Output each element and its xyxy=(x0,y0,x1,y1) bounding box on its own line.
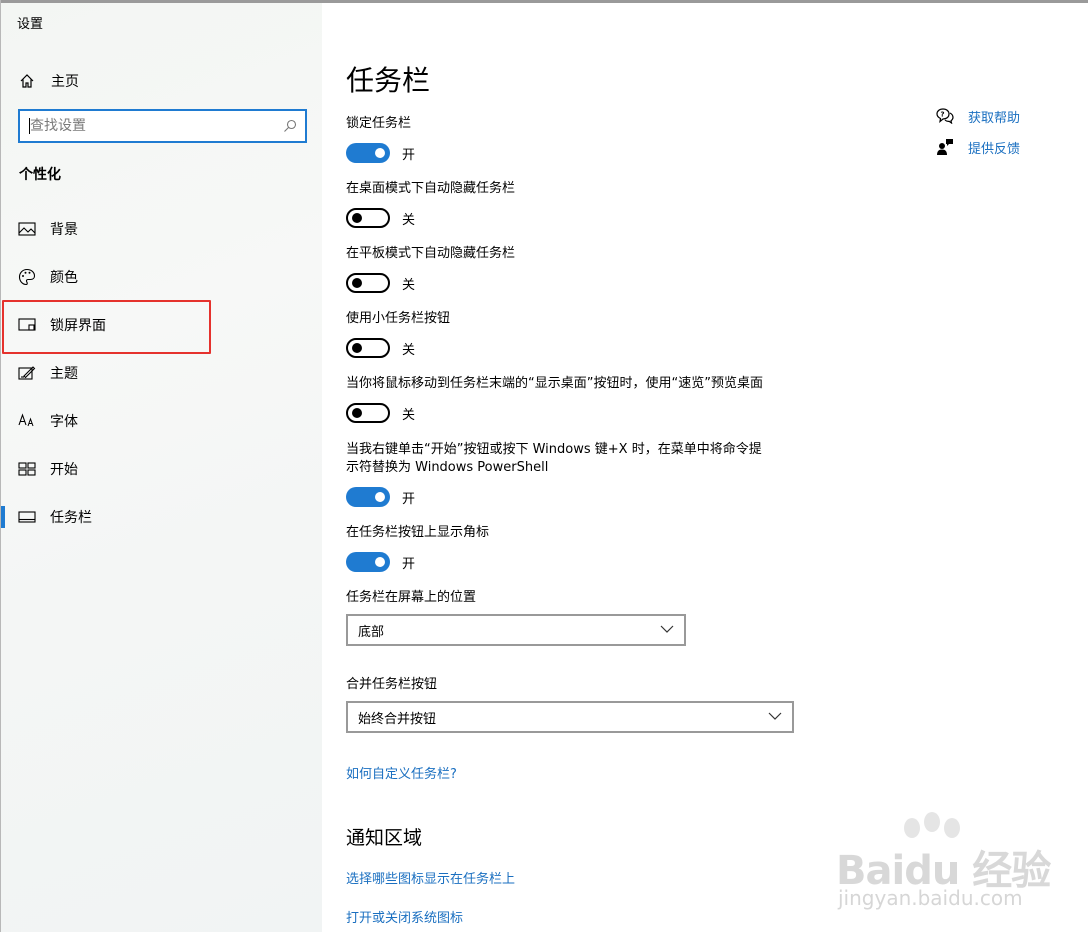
setting-label-badges: 在任务栏按钮上显示角标 xyxy=(346,525,490,540)
sidebar-item-taskbar[interactable]: 任务栏 xyxy=(1,493,321,541)
toggle-knob xyxy=(352,343,362,353)
toggle-autohide-desktop[interactable] xyxy=(346,208,390,228)
combine-dropdown[interactable]: 始终合并按钮 xyxy=(346,701,794,733)
feedback-label: 提供反馈 xyxy=(968,141,1021,157)
sidebar-item-start[interactable]: 开始 xyxy=(1,445,321,493)
combine-dropdown-value: 始终合并按钮 xyxy=(358,711,437,727)
setting-label-peek: 当你将鼠标移动到任务栏末端的“显示桌面”按钮时，使用“速览”预览桌面 xyxy=(346,376,763,391)
page-title: 任务栏 xyxy=(346,64,431,97)
toggle-autohide-tablet[interactable] xyxy=(346,273,390,293)
chevron-down-icon xyxy=(660,625,674,633)
sidebar-item-label: 背景 xyxy=(50,222,78,238)
toggle-powershell[interactable] xyxy=(346,487,390,507)
sidebar-item-label: 字体 xyxy=(50,414,78,430)
toggle-knob xyxy=(375,557,385,567)
toggle-knob xyxy=(352,213,362,223)
main-pane: 任务栏 锁定任务栏 开 在桌面模式下自动隐藏任务栏 关 在平板模式下自动隐藏任务… xyxy=(322,3,1088,932)
toggle-state: 关 xyxy=(402,342,416,358)
sidebar-home[interactable]: 主页 xyxy=(19,69,79,93)
setting-label-small-buttons: 使用小任务栏按钮 xyxy=(346,311,451,326)
annotation-highlight-box xyxy=(2,300,211,354)
toggle-row-autohide-tablet: 关 xyxy=(346,273,415,293)
window-left-border xyxy=(0,0,1,932)
toggle-row-badges: 开 xyxy=(346,552,415,572)
select-icons-link[interactable]: 选择哪些图标显示在任务栏上 xyxy=(346,868,515,887)
app-title: 设置 xyxy=(17,17,44,32)
toggle-state: 关 xyxy=(402,407,416,423)
start-icon xyxy=(18,460,36,478)
section-header: 个性化 xyxy=(19,167,61,183)
sidebar-item-label: 任务栏 xyxy=(50,510,92,526)
notification-area-title: 通知区域 xyxy=(346,827,423,849)
home-icon xyxy=(19,73,35,89)
sidebar-home-label: 主页 xyxy=(51,74,79,90)
toggle-badges[interactable] xyxy=(346,552,390,572)
theme-icon xyxy=(18,364,36,382)
get-help-label: 获取帮助 xyxy=(968,110,1021,126)
toggle-state: 开 xyxy=(402,147,416,163)
palette-icon xyxy=(18,268,36,286)
sidebar-item-background[interactable]: 背景 xyxy=(1,205,321,253)
toggle-state: 开 xyxy=(402,491,416,507)
position-dropdown-value: 底部 xyxy=(358,624,385,640)
setting-label-autohide-tablet: 在平板模式下自动隐藏任务栏 xyxy=(346,246,516,261)
sidebar-item-label: 开始 xyxy=(50,462,78,478)
setting-label-autohide-desktop: 在桌面模式下自动隐藏任务栏 xyxy=(346,181,516,196)
toggle-row-powershell: 开 xyxy=(346,487,415,507)
setting-label-powershell-line1: 当我右键单击“开始”按钮或按下 Windows 键+X 时，在菜单中将命令提 xyxy=(346,442,762,457)
search-box[interactable] xyxy=(18,109,307,143)
chevron-down-icon xyxy=(768,712,782,720)
combine-label: 合并任务栏按钮 xyxy=(346,677,438,692)
customize-taskbar-link[interactable]: 如何自定义任务栏? xyxy=(346,763,457,782)
position-dropdown[interactable]: 底部 xyxy=(346,614,686,646)
toggle-row-small-buttons: 关 xyxy=(346,338,415,358)
toggle-state: 关 xyxy=(402,212,416,228)
toggle-knob xyxy=(375,148,385,158)
taskbar-icon xyxy=(18,508,36,526)
sidebar-nav: 背景 颜色 锁屏界面 主题 字体 开始 任务栏 xyxy=(1,205,321,541)
watermark-url: jingyan.baidu.com xyxy=(838,886,1023,910)
toggle-lock-taskbar[interactable] xyxy=(346,143,390,163)
help-chat-icon: ? xyxy=(936,107,954,125)
sidebar-item-themes[interactable]: 主题 xyxy=(1,349,321,397)
system-icons-link[interactable]: 打开或关闭系统图标 xyxy=(346,907,463,926)
search-input[interactable] xyxy=(20,112,270,140)
feedback-link[interactable]: 提供反馈 xyxy=(936,137,1020,157)
toggle-knob xyxy=(352,278,362,288)
toggle-peek[interactable] xyxy=(346,403,390,423)
setting-label-lock-taskbar: 锁定任务栏 xyxy=(346,116,412,131)
position-label: 任务栏在屏幕上的位置 xyxy=(346,590,477,605)
svg-text:?: ? xyxy=(941,111,945,119)
toggle-knob xyxy=(375,492,385,502)
search-icon[interactable] xyxy=(283,119,297,133)
feedback-icon xyxy=(936,138,954,156)
font-icon xyxy=(18,412,36,430)
image-icon xyxy=(18,220,36,238)
text-caret xyxy=(29,118,30,134)
sidebar-item-colors[interactable]: 颜色 xyxy=(1,253,321,301)
toggle-knob xyxy=(352,408,362,418)
get-help-link[interactable]: ? 获取帮助 xyxy=(936,106,1020,126)
setting-label-powershell-line2: 示符替换为 Windows PowerShell xyxy=(346,460,549,475)
toggle-state: 关 xyxy=(402,277,416,293)
sidebar-item-fonts[interactable]: 字体 xyxy=(1,397,321,445)
toggle-row-lock-taskbar: 开 xyxy=(346,143,415,163)
toggle-row-peek: 关 xyxy=(346,403,415,423)
toggle-state: 开 xyxy=(402,556,416,572)
sidebar-item-label: 颜色 xyxy=(50,270,78,286)
sidebar-item-label: 主题 xyxy=(50,366,78,382)
toggle-row-autohide-desktop: 关 xyxy=(346,208,415,228)
toggle-small-buttons[interactable] xyxy=(346,338,390,358)
